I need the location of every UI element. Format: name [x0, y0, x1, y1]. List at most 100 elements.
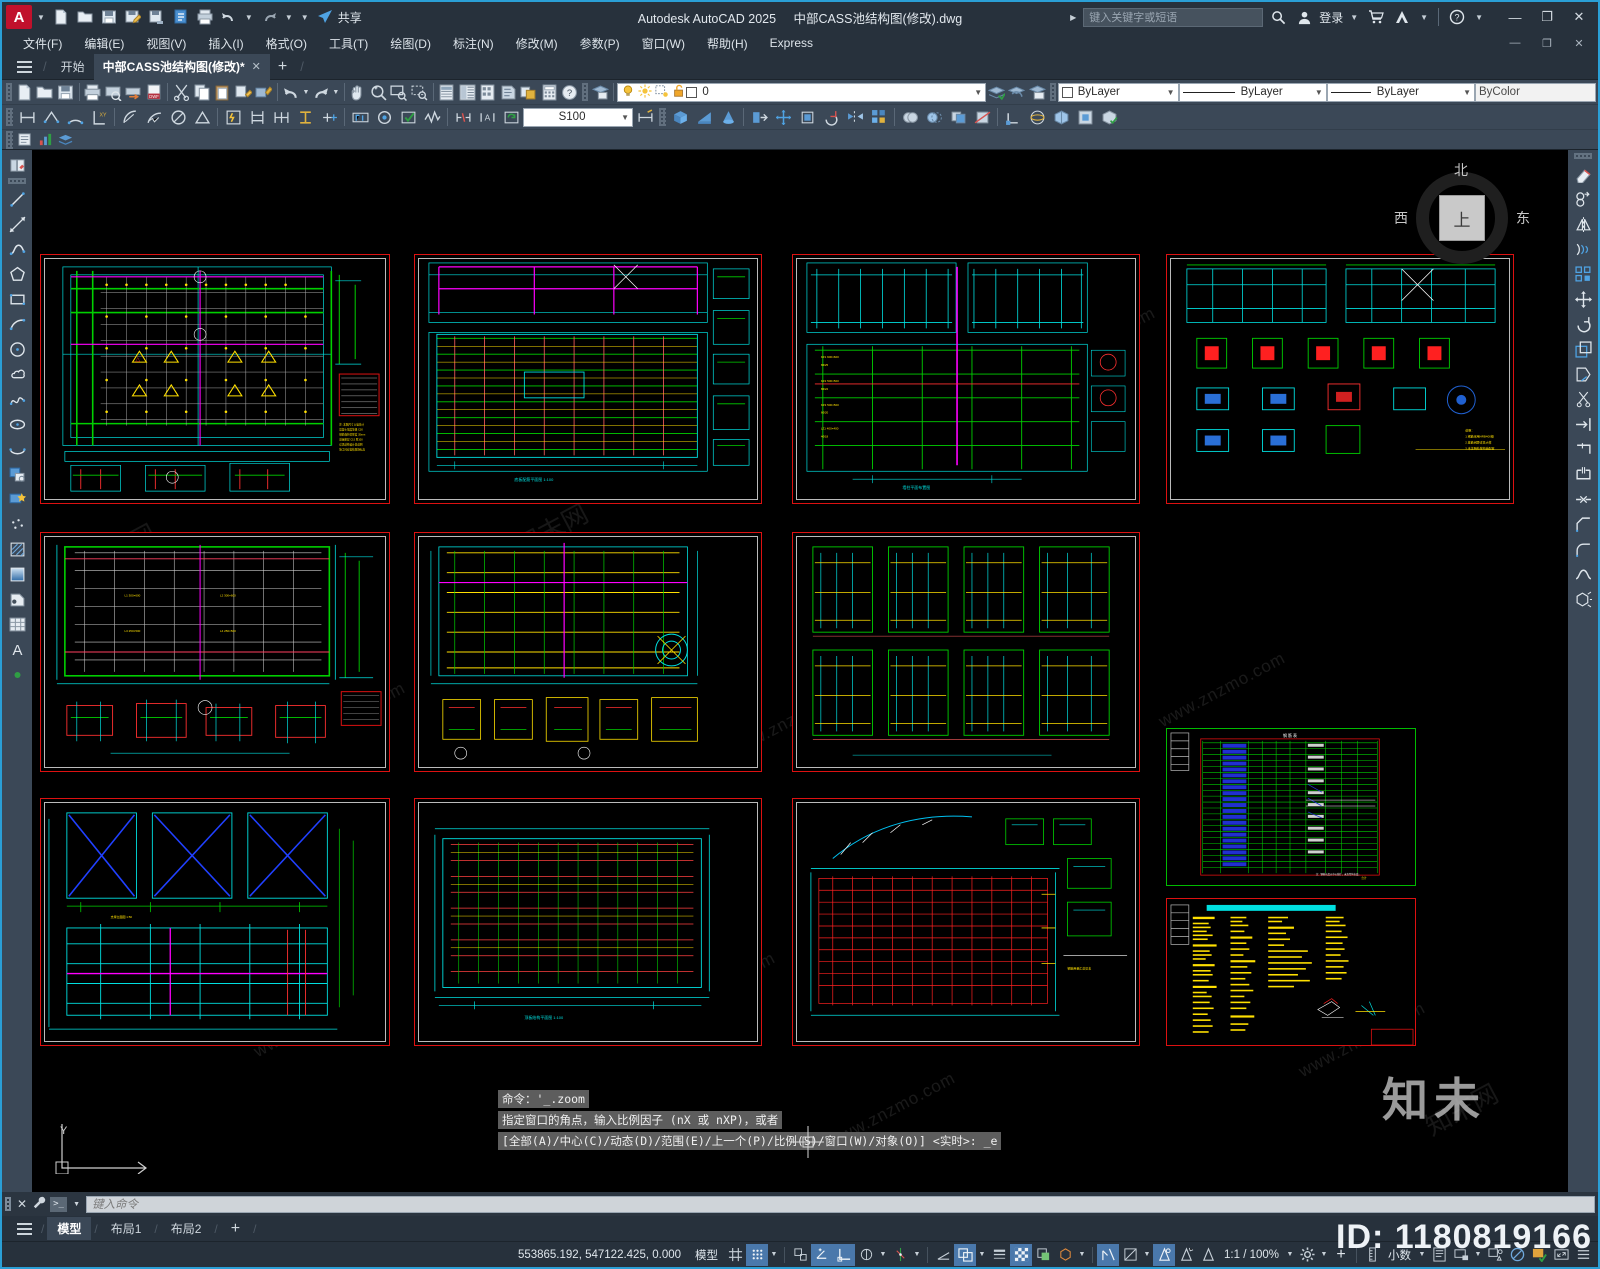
- signin-label[interactable]: 登录: [1319, 9, 1343, 26]
- fillet-icon[interactable]: [1570, 537, 1596, 562]
- insert-block-icon[interactable]: [4, 462, 30, 487]
- lineweight-control-combo[interactable]: ByLayer ▼: [1326, 82, 1475, 102]
- zoom-previous-icon[interactable]: [409, 81, 430, 103]
- save-icon-2[interactable]: [55, 81, 76, 103]
- pan-icon[interactable]: [347, 81, 368, 103]
- dim-inspect-icon[interactable]: [420, 106, 444, 128]
- command-prompt-icon[interactable]: >_: [50, 1196, 68, 1212]
- snap-dropdown-icon[interactable]: ▼: [768, 1244, 780, 1266]
- new-file-icon[interactable]: [50, 6, 72, 28]
- layer-previous-icon[interactable]: [1007, 81, 1028, 103]
- 3d-rotate-icon[interactable]: [819, 106, 843, 128]
- 3d-object-snap-icon[interactable]: [1054, 1244, 1076, 1266]
- toolbar-grip-layers[interactable]: [581, 83, 588, 101]
- polyline-icon[interactable]: [4, 237, 30, 262]
- annotation-sync-icon[interactable]: [1197, 1244, 1219, 1266]
- drawing-sheet-r1c4[interactable]: 说明： 1.钢筋采用HRB400级 2.箍筋间距详见大样 3.未注明处按构造配置: [1166, 254, 1514, 504]
- multiline-text-icon[interactable]: A: [4, 637, 30, 662]
- user-account-icon[interactable]: [1293, 6, 1315, 28]
- object-color-swatch[interactable]: [1061, 86, 1073, 98]
- intersect-icon[interactable]: [946, 106, 970, 128]
- apps-dropdown-icon[interactable]: ▼: [1420, 13, 1428, 22]
- command-input[interactable]: 键入命令: [86, 1195, 1595, 1213]
- autodesk-apps-icon[interactable]: [1391, 6, 1413, 28]
- layout-tab-layout1[interactable]: 布局1: [101, 1217, 152, 1240]
- design-center-icon[interactable]: [457, 81, 478, 103]
- union-icon[interactable]: [898, 106, 922, 128]
- dimstyle-manager-icon[interactable]: [633, 106, 657, 128]
- properties-palette-icon[interactable]: [436, 81, 457, 103]
- dimstyle-control-combo[interactable]: S100 ▼: [523, 107, 633, 127]
- drawing-sheet-r1c1[interactable]: △ 注: 本图尺寸以毫米计 混凝土强度等级 C30 钢筋保护层厚度 35mm 基础垫…: [40, 254, 390, 504]
- layer-control-combo[interactable]: 0 ▼: [617, 82, 987, 102]
- slice-icon[interactable]: [970, 106, 994, 128]
- dim-diameter-icon[interactable]: [166, 106, 190, 128]
- layer-viewport-freeze-icon[interactable]: [652, 84, 669, 101]
- toolbar-grip-props[interactable]: [1049, 83, 1056, 101]
- erase-icon[interactable]: [1570, 162, 1596, 187]
- annotation-scale-value[interactable]: 1:1 / 100%: [1219, 1249, 1284, 1261]
- object-snap-icon[interactable]: [833, 1243, 856, 1266]
- dim-jogged-icon[interactable]: [142, 106, 166, 128]
- layer-thaw-icon[interactable]: [635, 83, 652, 101]
- menu-item-view[interactable]: 视图(V): [135, 33, 197, 54]
- paste-icon[interactable]: [212, 81, 233, 103]
- quick-calc-icon[interactable]: [539, 81, 560, 103]
- polar-tracking-icon[interactable]: [811, 1243, 834, 1266]
- drawing-sheet-r2c1[interactable]: L1 300×600 L2 300×600 L3 250×500 L4 250×50…: [40, 532, 390, 772]
- layer-on-icon[interactable]: [621, 84, 635, 101]
- dim-break-icon[interactable]: [451, 106, 475, 128]
- rotate-icon[interactable]: [1570, 312, 1596, 337]
- annotation-add-scale-icon[interactable]: [1175, 1244, 1197, 1266]
- 3d-move-icon[interactable]: [771, 106, 795, 128]
- layer-make-current-icon[interactable]: [986, 81, 1007, 103]
- 3d-align-icon[interactable]: [795, 106, 819, 128]
- drawing-sheet-r2c3[interactable]: [792, 532, 1140, 772]
- menu-item-dimension[interactable]: 标注(N): [442, 33, 505, 54]
- region-icon[interactable]: [4, 587, 30, 612]
- block-editor-icon[interactable]: [253, 81, 274, 103]
- close-button[interactable]: ✕: [1564, 5, 1594, 29]
- grid-display-icon[interactable]: [724, 1244, 746, 1266]
- explode-icon[interactable]: [1570, 587, 1596, 612]
- help-icon[interactable]: ?: [1446, 6, 1468, 28]
- draw-toolbar-grip[interactable]: [8, 178, 26, 184]
- plotstyle-control-combo[interactable]: ByColor: [1475, 82, 1596, 102]
- line-icon[interactable]: [4, 187, 30, 212]
- ucs-icon[interactable]: [1001, 106, 1025, 128]
- isometric-dropdown-icon[interactable]: ▼: [877, 1244, 889, 1266]
- menu-item-edit[interactable]: 编辑(E): [73, 33, 135, 54]
- menu-item-parametric[interactable]: 参数(P): [569, 33, 631, 54]
- help-dropdown-icon[interactable]: ▼: [1475, 13, 1483, 22]
- linetype-control-combo[interactable]: ByLayer ▼: [1178, 82, 1327, 102]
- dim-reassociate-icon[interactable]: [499, 106, 523, 128]
- dimstyle-combo-chevron-down-icon[interactable]: ▼: [617, 113, 629, 122]
- model-space-label[interactable]: 模型: [689, 1247, 724, 1263]
- share-plane-icon[interactable]: [314, 6, 336, 28]
- dim-aligned-icon[interactable]: [39, 106, 63, 128]
- match-properties-icon[interactable]: [233, 81, 254, 103]
- osnap-tracking-dropdown-icon[interactable]: ▼: [911, 1244, 923, 1266]
- blend-curves-icon[interactable]: [1570, 562, 1596, 587]
- layout-menu-icon[interactable]: [10, 1216, 38, 1242]
- share-label[interactable]: 共享: [338, 9, 362, 26]
- break-icon[interactable]: [1570, 462, 1596, 487]
- file-tabs-menu-icon[interactable]: [10, 54, 38, 80]
- layer-properties-icon[interactable]: [590, 81, 611, 103]
- workspace-dropdown-icon[interactable]: ▼: [1318, 1244, 1330, 1266]
- visual-style-icon[interactable]: [1049, 106, 1073, 128]
- dynamic-ucs-icon[interactable]: [932, 1244, 954, 1266]
- save-icon[interactable]: [98, 6, 120, 28]
- dim-arc-icon[interactable]: [63, 106, 87, 128]
- dim-edit-text-icon[interactable]: [348, 106, 372, 128]
- tab-start[interactable]: 开始: [52, 54, 94, 80]
- annotation-visibility-icon[interactable]: [1097, 1243, 1120, 1266]
- redo-dropdown-icon[interactable]: ▼: [285, 13, 293, 22]
- qnew-icon[interactable]: [14, 81, 35, 103]
- zoom-realtime-icon[interactable]: [368, 81, 389, 103]
- dim-update-icon[interactable]: [372, 106, 396, 128]
- cass-stack-icon[interactable]: [55, 131, 75, 149]
- menu-item-modify[interactable]: 修改(M): [505, 33, 569, 54]
- dim-tolerance-icon[interactable]: [293, 106, 317, 128]
- 3d-view-icon[interactable]: [1073, 106, 1097, 128]
